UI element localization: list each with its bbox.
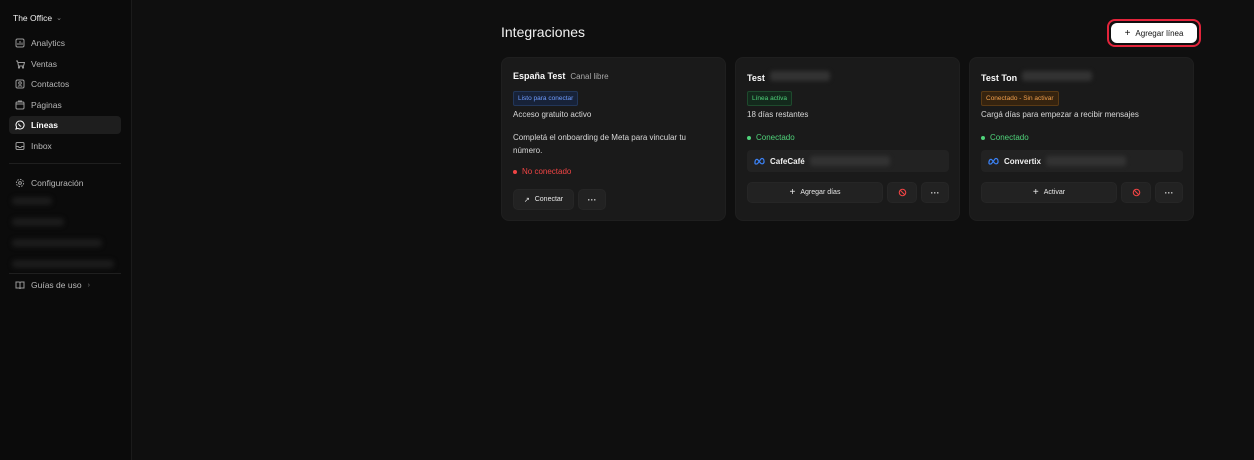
status-dot-icon (747, 135, 751, 140)
workspace-name: The Office (13, 13, 53, 23)
workspace-switcher[interactable]: The Office ⌄ (13, 13, 62, 23)
ban-icon (898, 188, 906, 197)
status-badge: Conectado - Sin activar (981, 91, 1059, 106)
activate-label: Activar (1043, 189, 1066, 196)
line-name: Test (747, 73, 765, 83)
deactivate-button[interactable] (887, 182, 917, 203)
card-info: Cargá días para empezar a recibir mensaj… (981, 110, 1139, 119)
status-dot-icon (513, 169, 517, 174)
inbox-icon (15, 142, 25, 150)
meta-icon (754, 157, 765, 165)
sidebar-item-contactos[interactable]: Contactos (9, 75, 121, 93)
more-options-button[interactable]: ··· (921, 182, 949, 203)
contacts-icon (15, 79, 25, 89)
sidebar-item-label: Contactos (31, 79, 70, 89)
sidebar: The Office ⌄ Analytics Ventas Contactos … (0, 0, 132, 460)
arrow-up-right-icon: ↗ (523, 196, 530, 204)
add-days-button[interactable]: + Agregar días (747, 182, 883, 203)
sidebar-item-ventas[interactable]: Ventas (9, 55, 121, 73)
plus-icon: + (1032, 187, 1039, 198)
plus-icon: + (789, 187, 796, 198)
more-icon: ··· (587, 194, 597, 205)
add-line-button[interactable]: + Agregar línea (1111, 23, 1197, 43)
card-info: Acceso gratuito activo (513, 110, 592, 119)
sidebar-divider (9, 163, 121, 164)
sidebar-item-label: Páginas (31, 100, 62, 110)
status-badge: Línea activa (747, 91, 793, 106)
connection-status-label: Conectado (756, 133, 795, 142)
add-line-label: Agregar línea (1135, 28, 1184, 38)
line-name: España Test (513, 71, 566, 81)
line-card: España Test Canal libre Listo para conec… (501, 57, 726, 221)
whatsapp-icon (15, 120, 25, 130)
connection-status-label: Conectado (990, 133, 1029, 142)
phone-number-row: CafeCafé (747, 150, 949, 172)
card-title: Test Ton (981, 71, 1093, 83)
blurred-name (1022, 71, 1093, 81)
line-card: Test Ton Conectado - Sin activar Cargá d… (969, 57, 1194, 221)
blurred-name (769, 71, 830, 81)
sidebar-item-label: Guías de uso (31, 280, 82, 290)
line-card: Test Línea activa 18 días restantes Cone… (735, 57, 960, 221)
connection-status: No conectado (513, 167, 571, 176)
blurred-item (12, 197, 52, 205)
blurred-item (12, 239, 102, 247)
chevron-right-icon: › (87, 281, 90, 289)
more-options-button[interactable]: ··· (578, 189, 606, 210)
sidebar-item-analytics[interactable]: Analytics (9, 34, 121, 52)
gear-icon (15, 178, 25, 188)
sidebar-item-label: Líneas (31, 120, 58, 130)
ban-icon (1132, 188, 1140, 197)
blurred-item (12, 218, 64, 226)
sidebar-item-paginas[interactable]: Páginas (9, 96, 121, 114)
sidebar-item-label: Analytics (31, 38, 66, 48)
sidebar-item-configuracion[interactable]: Configuración (9, 174, 121, 192)
connection-status-label: No conectado (522, 167, 572, 176)
line-name: Test Ton (981, 73, 1018, 83)
cart-icon (16, 60, 25, 69)
activate-button[interactable]: + Activar (981, 182, 1117, 203)
book-icon (15, 281, 25, 290)
line-channel: Canal libre (570, 72, 609, 81)
add-days-label: Agregar días (800, 189, 841, 196)
phone-name: Convertix (1004, 156, 1041, 166)
card-info: 18 días restantes (747, 110, 809, 119)
status-badge: Listo para conectar (513, 91, 579, 106)
blurred-phone (1045, 156, 1126, 166)
connection-status: Conectado (747, 133, 795, 142)
connect-button[interactable]: ↗ Conectar (513, 189, 574, 210)
card-title: España Test Canal libre (513, 71, 609, 81)
sidebar-item-inbox[interactable]: Inbox (9, 137, 121, 155)
more-icon: ··· (1164, 187, 1174, 198)
pages-icon (15, 100, 25, 110)
sidebar-divider (9, 273, 121, 274)
card-description: Completá el onboarding de Meta para vinc… (513, 133, 686, 155)
blurred-item (12, 260, 114, 268)
sidebar-item-label: Configuración (31, 178, 84, 188)
deactivate-button[interactable] (1121, 182, 1151, 203)
more-icon: ··· (930, 187, 940, 198)
chart-icon (15, 38, 25, 48)
status-dot-icon (981, 135, 985, 140)
blurred-phone (809, 156, 890, 166)
sidebar-item-guias[interactable]: Guías de uso › (9, 276, 121, 294)
meta-icon (988, 157, 999, 165)
more-options-button[interactable]: ··· (1155, 182, 1183, 203)
phone-name: CafeCafé (770, 156, 805, 166)
sidebar-item-label: Ventas (31, 59, 57, 69)
connect-label: Conectar (534, 196, 564, 203)
page-title: Integraciones (501, 24, 586, 40)
phone-number-row: Convertix (981, 150, 1183, 172)
plus-icon: + (1124, 27, 1131, 39)
sidebar-item-label: Inbox (31, 141, 52, 151)
chevron-down-icon: ⌄ (56, 15, 62, 22)
connection-status: Conectado (981, 133, 1029, 142)
card-title: Test (747, 71, 830, 83)
add-line-highlight: + Agregar línea (1107, 19, 1201, 47)
sidebar-item-lineas[interactable]: Líneas (9, 116, 121, 134)
